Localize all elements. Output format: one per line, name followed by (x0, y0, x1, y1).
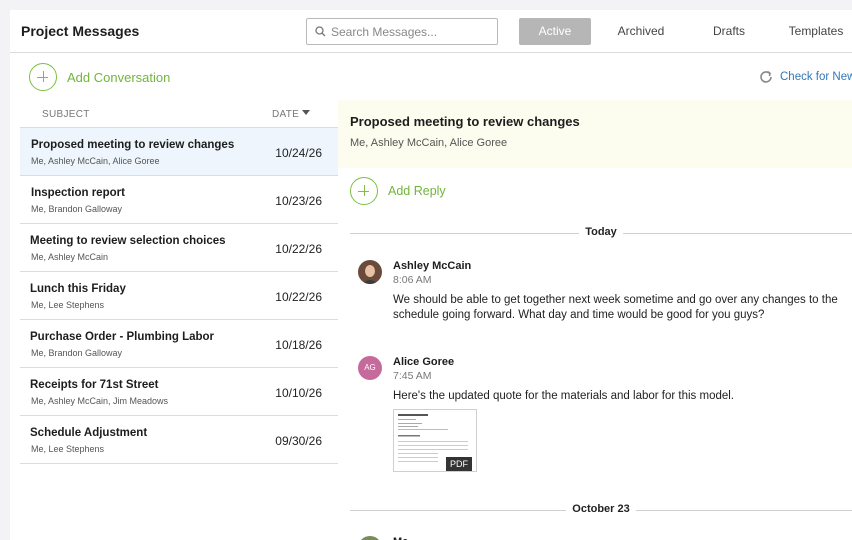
add-reply-label: Add Reply (388, 184, 446, 198)
row-date: 09/30/26 (275, 434, 322, 448)
avatar: AG (358, 356, 382, 380)
row-subject: Receipts for 71st Street (30, 379, 159, 391)
row-subject: Schedule Adjustment (30, 427, 148, 439)
user-photo-icon (358, 260, 382, 284)
list-header: SUBJECT DATE (20, 100, 338, 128)
tab-templates[interactable]: Templates (780, 18, 852, 45)
message-author: Alice Goree (393, 356, 455, 368)
conversation-list: SUBJECT DATE Proposed meeting to review … (20, 100, 338, 464)
row-subject: Lunch this Friday (30, 283, 126, 295)
divider-label: October 23 (566, 503, 636, 515)
row-participants: Me, Lee Stephens (31, 444, 105, 454)
check-new-button[interactable]: Check for New (758, 68, 852, 86)
row-participants: Me, Ashley McCain, Alice Goree (31, 156, 160, 166)
page-title: Project Messages (21, 23, 140, 39)
tab-active[interactable]: Active (519, 18, 591, 45)
conversation-row[interactable]: Lunch this Friday Me, Lee Stephens 10/22… (20, 272, 338, 320)
conversation-row[interactable]: Proposed meeting to review changes Me, A… (20, 128, 338, 176)
row-subject: Inspection report (31, 187, 125, 199)
avatar (358, 536, 382, 540)
row-date: 10/10/26 (275, 386, 322, 400)
detail-header: Proposed meeting to review changes Me, A… (338, 100, 852, 168)
pdf-badge: PDF (446, 457, 472, 471)
date-divider: October 23 (350, 503, 852, 517)
message-item: Me (358, 536, 852, 540)
sort-down-icon[interactable] (302, 110, 310, 115)
plus-circle-icon (29, 63, 57, 91)
tab-drafts[interactable]: Drafts (694, 18, 764, 45)
search-input[interactable] (331, 23, 491, 41)
row-date: 10/22/26 (275, 290, 322, 304)
check-new-label: Check for New (780, 71, 852, 83)
row-date: 10/22/26 (275, 242, 322, 256)
refresh-icon (760, 70, 772, 83)
row-participants: Me, Ashley McCain (31, 252, 109, 262)
row-participants: Me, Ashley McCain, Jim Meadows (31, 396, 169, 406)
detail-participants: Me, Ashley McCain, Alice Goree (350, 137, 508, 149)
message-item: AG Alice Goree 7:45 AM Here's the update… (358, 356, 852, 476)
conversation-row[interactable]: Meeting to review selection choices Me, … (20, 224, 338, 272)
conversation-row[interactable]: Inspection report Me, Brandon Galloway 1… (20, 176, 338, 224)
message-time: 8:06 AM (393, 274, 432, 286)
conversation-row[interactable]: Purchase Order - Plumbing Labor Me, Bran… (20, 320, 338, 368)
row-date: 10/18/26 (275, 338, 322, 352)
message-body: We should be able to get together next w… (393, 294, 838, 321)
detail-title: Proposed meeting to review changes (350, 114, 580, 129)
app-page: Project Messages Active Archived Drafts … (10, 10, 852, 540)
search-icon (315, 26, 326, 37)
row-date: 10/23/26 (275, 194, 322, 208)
row-participants: Me, Brandon Galloway (31, 204, 123, 214)
date-divider: Today (350, 226, 852, 240)
message-time: 7:45 AM (393, 370, 432, 382)
date-column-header[interactable]: DATE (272, 109, 299, 120)
tab-archived[interactable]: Archived (606, 18, 676, 45)
header-bar: Project Messages Active Archived Drafts … (10, 10, 852, 53)
conversation-row[interactable]: Schedule Adjustment Me, Lee Stephens 09/… (20, 416, 338, 464)
add-conversation-label: Add Conversation (67, 69, 171, 85)
message-item: Ashley McCain 8:06 AM We should be able … (358, 260, 852, 321)
row-subject: Proposed meeting to review changes (31, 139, 235, 151)
row-subject: Purchase Order - Plumbing Labor (30, 331, 215, 343)
user-photo-icon (358, 536, 382, 540)
conversation-detail: Proposed meeting to review changes Me, A… (338, 100, 852, 540)
search-box[interactable] (306, 18, 498, 45)
row-date: 10/24/26 (275, 146, 322, 160)
row-participants: Me, Brandon Galloway (31, 348, 123, 358)
subject-column-header[interactable]: SUBJECT (42, 109, 90, 120)
plus-circle-icon (350, 177, 378, 205)
conversation-row[interactable]: Receipts for 71st Street Me, Ashley McCa… (20, 368, 338, 416)
avatar (358, 260, 382, 284)
message-body: Here's the updated quote for the materia… (393, 390, 735, 402)
message-author: Me (393, 536, 408, 540)
divider-label: Today (579, 226, 623, 238)
pdf-attachment[interactable]: PDF (393, 409, 477, 472)
row-subject: Meeting to review selection choices (30, 235, 226, 247)
add-conversation-button[interactable]: Add Conversation (29, 62, 170, 92)
row-participants: Me, Lee Stephens (31, 300, 105, 310)
message-author: Ashley McCain (393, 260, 472, 272)
add-reply-button[interactable]: Add Reply (350, 177, 446, 205)
